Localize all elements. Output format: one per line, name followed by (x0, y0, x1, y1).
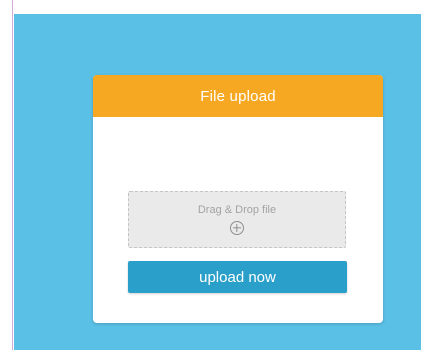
plus-circle-icon (230, 220, 244, 235)
upload-stage: File upload Drag & Drop file upload now (14, 14, 421, 350)
drag-drop-label: Drag & Drop file (197, 203, 277, 216)
card-header: File upload (93, 75, 383, 117)
upload-now-button[interactable]: upload now (128, 261, 347, 293)
drag-drop-zone[interactable]: Drag & Drop file (128, 191, 346, 248)
card-title: File upload (200, 87, 276, 105)
file-upload-card: File upload Drag & Drop file upload now (93, 75, 383, 323)
left-divider-line (12, 0, 13, 350)
